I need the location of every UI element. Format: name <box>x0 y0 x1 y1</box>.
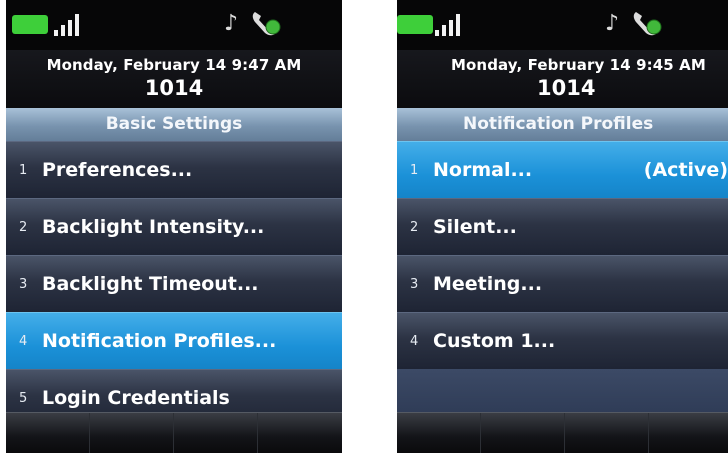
menu-item-custom-1[interactable]: 4 Custom 1... <box>397 312 728 369</box>
menu-item-label: Preferences... <box>42 159 193 181</box>
menu-item-label: Backlight Intensity... <box>42 216 265 238</box>
music-note-icon: ♪ <box>224 11 239 36</box>
softkey-bar <box>397 412 728 453</box>
handset-icon <box>633 12 662 36</box>
menu-item-number: 3 <box>410 277 419 292</box>
softkey-bar <box>6 412 342 453</box>
menu-item-label: Backlight Timeout... <box>42 273 259 295</box>
extension-number: 1014 <box>144 76 204 100</box>
menu-item-number: 1 <box>19 163 28 178</box>
menu-item-number: 2 <box>19 220 28 235</box>
softkey-4[interactable] <box>258 413 342 453</box>
menu-item-number: 1 <box>410 163 419 178</box>
menu-item-normal[interactable]: 1 Normal... (Active) <box>397 141 728 198</box>
menu-item-number: 4 <box>410 334 419 349</box>
handset-icon <box>252 12 281 36</box>
menu-item-label: Login Credentials <box>42 387 230 409</box>
phone-screen-notification-profiles: ♪ Monday, February 14 9:45 AM 1014 Notif… <box>397 0 728 453</box>
battery-icon <box>397 15 433 34</box>
phone-screen-basic-settings: ♪ Monday, February 14 9:47 AM 1014 Basic… <box>6 0 342 453</box>
menu-item-label: Notification Profiles... <box>42 330 277 352</box>
menu-item-number: 2 <box>410 220 419 235</box>
page-title: Notification Profiles <box>397 108 728 141</box>
page-title: Basic Settings <box>6 108 342 141</box>
signal-bars-icon <box>435 14 465 36</box>
menu-item-number: 4 <box>19 334 28 349</box>
softkey-2[interactable] <box>481 413 565 453</box>
softkey-2[interactable] <box>90 413 174 453</box>
date-time: Monday, February 14 9:45 AM <box>451 56 706 74</box>
menu-item-notification-profiles[interactable]: 4 Notification Profiles... <box>6 312 342 369</box>
signal-bars-icon <box>54 14 84 36</box>
date-bar: Monday, February 14 9:47 AM 1014 <box>6 50 342 108</box>
menu-item-login-credentials[interactable]: 5 Login Credentials <box>6 369 342 413</box>
softkey-1[interactable] <box>6 413 90 453</box>
menu-item-label: Meeting... <box>433 273 543 295</box>
menu-item-label: Silent... <box>433 216 517 238</box>
menu-item-label: Custom 1... <box>433 330 556 352</box>
active-status-label: (Active) <box>643 159 728 181</box>
date-time: Monday, February 14 9:47 AM <box>46 56 302 74</box>
menu-list: 1 Normal... (Active) 2 Silent... 3 Meeti… <box>397 141 728 413</box>
date-bar: Monday, February 14 9:45 AM 1014 <box>397 50 728 108</box>
status-bar: ♪ <box>6 0 342 50</box>
menu-item-number: 3 <box>19 277 28 292</box>
empty-list-area <box>397 369 728 413</box>
music-note-icon: ♪ <box>605 11 620 36</box>
softkey-3[interactable] <box>565 413 649 453</box>
status-bar: ♪ <box>397 0 728 50</box>
menu-item-preferences[interactable]: 1 Preferences... <box>6 141 342 198</box>
menu-item-backlight-intensity[interactable]: 2 Backlight Intensity... <box>6 198 342 255</box>
menu-item-number: 5 <box>19 391 28 406</box>
extension-number: 1014 <box>537 76 596 100</box>
softkey-1[interactable] <box>397 413 481 453</box>
menu-item-backlight-timeout[interactable]: 3 Backlight Timeout... <box>6 255 342 312</box>
softkey-4[interactable] <box>649 413 728 453</box>
battery-icon <box>12 15 48 34</box>
menu-item-silent[interactable]: 2 Silent... <box>397 198 728 255</box>
menu-item-label: Normal... <box>433 159 533 181</box>
menu-list: 1 Preferences... 2 Backlight Intensity..… <box>6 141 342 413</box>
menu-item-meeting[interactable]: 3 Meeting... <box>397 255 728 312</box>
softkey-3[interactable] <box>174 413 258 453</box>
